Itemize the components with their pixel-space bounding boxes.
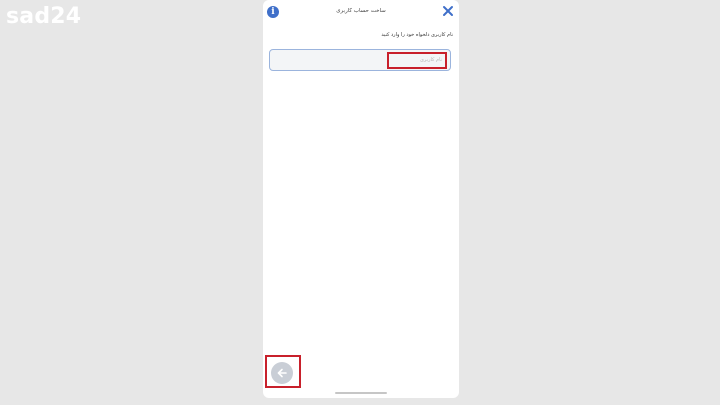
back-button[interactable] [271,362,293,384]
phone-screen: i ساخت حساب کاربری نام کاربری دلخواه خود… [263,0,459,398]
username-input[interactable] [270,50,450,70]
screen: sad24 i ساخت حساب کاربری نام کاربری دلخو… [0,0,720,405]
arrow-left-icon [277,368,287,378]
username-prompt: نام کاربری دلخواه خود را وارد کنید [381,32,453,38]
close-icon[interactable] [441,4,455,18]
home-indicator [335,392,387,394]
top-bar: i ساخت حساب کاربری [263,0,459,26]
username-field[interactable] [269,49,451,71]
watermark: sad24 [6,4,82,29]
page-title: ساخت حساب کاربری [336,8,386,14]
info-icon[interactable]: i [267,6,279,18]
